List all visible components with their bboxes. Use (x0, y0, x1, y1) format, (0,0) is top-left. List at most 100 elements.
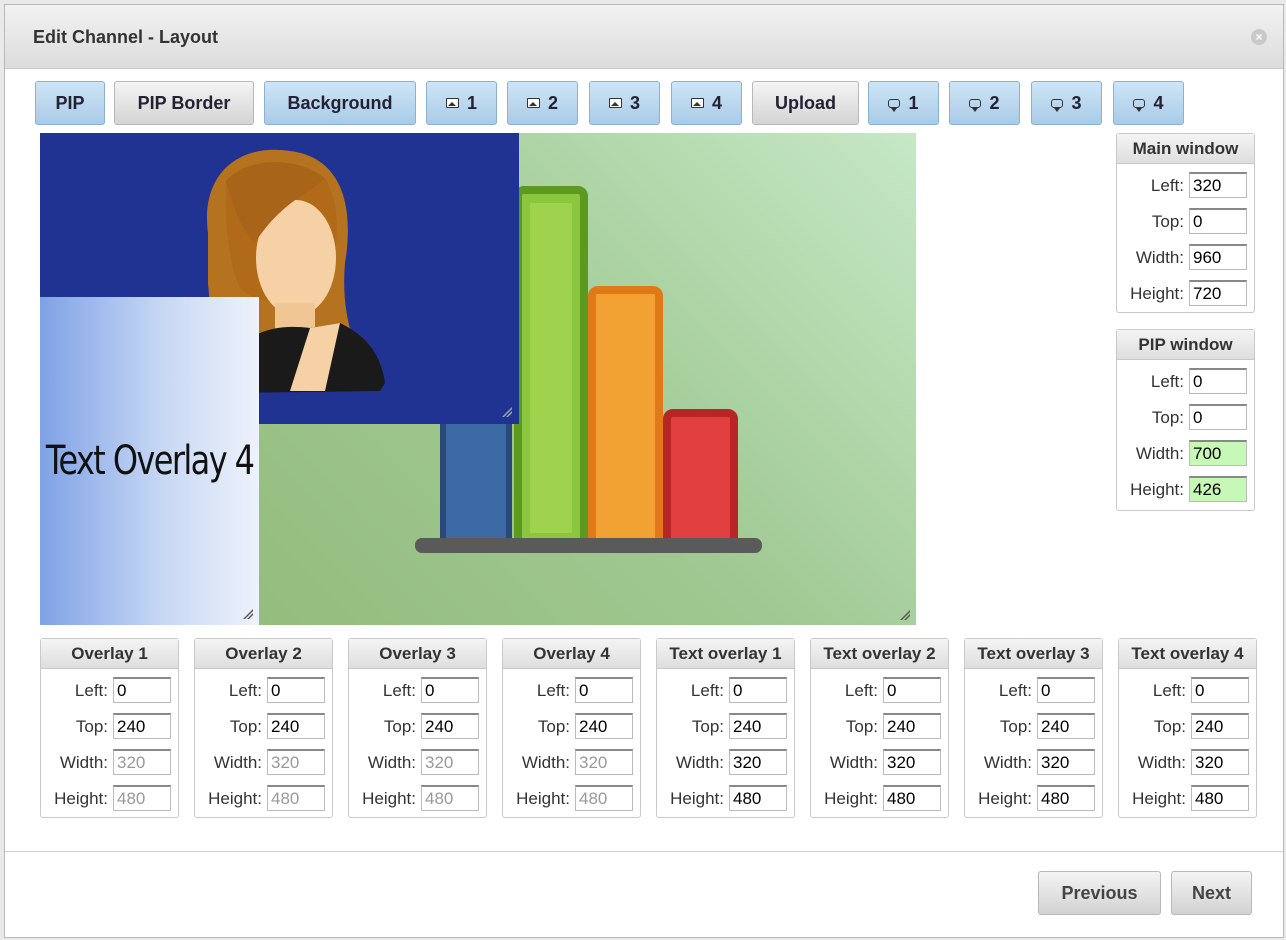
text-overlay-4-content: Text Overlay 4 (45, 438, 255, 484)
overlay-3-width-input[interactable] (421, 749, 479, 775)
height-label: Height: (1130, 480, 1184, 499)
image-overlay-2-label: 2 (547, 92, 558, 113)
overlay-2-top-input[interactable] (267, 713, 325, 739)
main-window-top-input[interactable] (1189, 208, 1247, 234)
left-label: Left: (1152, 681, 1186, 700)
pip-button-label: PIP (55, 92, 85, 113)
overlay-8-left-input[interactable] (1191, 677, 1249, 703)
overlay-4-left-input[interactable] (575, 677, 633, 703)
overlay-panel-7: Text overlay 3 Left: Top: Width: Height: (964, 638, 1103, 818)
width-label: Width: (1135, 248, 1184, 267)
pip-border-button[interactable]: PIP Border (114, 81, 254, 125)
footer-divider (5, 851, 1283, 852)
next-button[interactable]: Next (1171, 871, 1252, 915)
overlay-6-left-input[interactable] (883, 677, 941, 703)
pip-window-width-input[interactable] (1189, 440, 1247, 466)
previous-button[interactable]: Previous (1038, 871, 1161, 915)
text-overlay-4-button[interactable]: 4 (1113, 81, 1184, 125)
main-window-height-input[interactable] (1189, 280, 1247, 306)
overlay-6-height-input[interactable] (883, 785, 941, 811)
image-overlay-1-button[interactable]: 1 (426, 81, 497, 125)
text-overlay-1-button[interactable]: 1 (868, 81, 939, 125)
overlay-panel-8: Text overlay 4 Left: Top: Width: Height: (1118, 638, 1257, 818)
overlay-7-height-input[interactable] (1037, 785, 1095, 811)
overlay-4-height-input[interactable] (575, 785, 633, 811)
overlay-2-width-input[interactable] (267, 749, 325, 775)
image-overlay-3-button[interactable]: 3 (589, 81, 660, 125)
image-overlay-4-label: 4 (711, 92, 722, 113)
pip-window-height-input[interactable] (1189, 476, 1247, 502)
next-button-label: Next (1191, 882, 1231, 903)
speech-bubble-icon (1051, 98, 1064, 112)
text-overlay-4-label: 4 (1153, 92, 1164, 113)
overlay-5-height-input[interactable] (729, 785, 787, 811)
close-icon[interactable]: × (1251, 29, 1267, 45)
top-label: Top: (999, 717, 1032, 736)
image-icon (608, 98, 622, 108)
overlay-panel-6: Text overlay 2 Left: Top: Width: Height: (810, 638, 949, 818)
image-overlay-1-label: 1 (466, 92, 477, 113)
layout-preview[interactable]: Text Overlay 4 (40, 133, 916, 625)
image-overlay-4-button[interactable]: 4 (671, 81, 742, 125)
height-label: Height: (1132, 789, 1186, 808)
text-overlay-2-label: 2 (989, 92, 1000, 113)
width-label: Width: (367, 753, 416, 772)
top-label: Top: (75, 717, 108, 736)
overlay-6-width-input[interactable] (883, 749, 941, 775)
overlay-2-height-input[interactable] (267, 785, 325, 811)
overlay-1-top-input[interactable] (113, 713, 171, 739)
overlay-panel-3: Overlay 3 Left: Top: Width: Height: (348, 638, 487, 818)
overlay-7-top-input[interactable] (1037, 713, 1095, 739)
left-label: Left: (536, 681, 570, 700)
pip-button[interactable]: PIP (35, 81, 105, 125)
upload-button[interactable]: Upload (752, 81, 859, 125)
overlay-panel-title: Overlay 4 (503, 639, 640, 669)
width-label: Width: (983, 753, 1032, 772)
overlay-3-height-input[interactable] (421, 785, 479, 811)
width-label: Width: (213, 753, 262, 772)
text-overlay-3-button[interactable]: 3 (1031, 81, 1102, 125)
image-overlay-2-button[interactable]: 2 (507, 81, 578, 125)
overlay-5-top-input[interactable] (729, 713, 787, 739)
top-label: Top: (1151, 212, 1184, 231)
overlay-1-left-input[interactable] (113, 677, 171, 703)
overlay-panel-1: Overlay 1 Left: Top: Width: Height: (40, 638, 179, 818)
overlay-panel-title: Text overlay 4 (1119, 639, 1256, 669)
overlay-2-left-input[interactable] (267, 677, 325, 703)
image-icon (690, 98, 704, 108)
overlay-8-width-input[interactable] (1191, 749, 1249, 775)
overlay-3-top-input[interactable] (421, 713, 479, 739)
overlay-4-width-input[interactable] (575, 749, 633, 775)
dialog-title: Edit Channel - Layout (33, 27, 219, 47)
resize-grip-icon[interactable] (243, 609, 253, 619)
overlay-6-top-input[interactable] (883, 713, 941, 739)
text-overlay-4-region[interactable]: Text Overlay 4 (40, 297, 259, 625)
pip-window-top-input[interactable] (1189, 404, 1247, 430)
overlay-4-top-input[interactable] (575, 713, 633, 739)
overlay-panel-title: Text overlay 1 (657, 639, 794, 669)
overlay-1-height-input[interactable] (113, 785, 171, 811)
overlay-8-height-input[interactable] (1191, 785, 1249, 811)
text-overlay-2-button[interactable]: 2 (949, 81, 1020, 125)
overlay-1-width-input[interactable] (113, 749, 171, 775)
main-window-left-input[interactable] (1189, 172, 1247, 198)
speech-bubble-icon (888, 98, 901, 112)
overlay-panel-2: Overlay 2 Left: Top: Width: Height: (194, 638, 333, 818)
background-button[interactable]: Background (264, 81, 416, 125)
width-label: Width: (521, 753, 570, 772)
width-label: Width: (59, 753, 108, 772)
overlay-7-left-input[interactable] (1037, 677, 1095, 703)
previous-button-label: Previous (1061, 882, 1138, 903)
top-label: Top: (229, 717, 262, 736)
overlay-5-width-input[interactable] (729, 749, 787, 775)
pip-window-left-input[interactable] (1189, 368, 1247, 394)
overlay-7-width-input[interactable] (1037, 749, 1095, 775)
overlay-3-left-input[interactable] (421, 677, 479, 703)
edit-channel-dialog: Edit Channel - Layout × PIP PIP Border B… (4, 4, 1284, 938)
top-label: Top: (1151, 408, 1184, 427)
top-label: Top: (845, 717, 878, 736)
overlay-5-left-input[interactable] (729, 677, 787, 703)
main-window-width-input[interactable] (1189, 244, 1247, 270)
overlay-8-top-input[interactable] (1191, 713, 1249, 739)
width-label: Width: (829, 753, 878, 772)
